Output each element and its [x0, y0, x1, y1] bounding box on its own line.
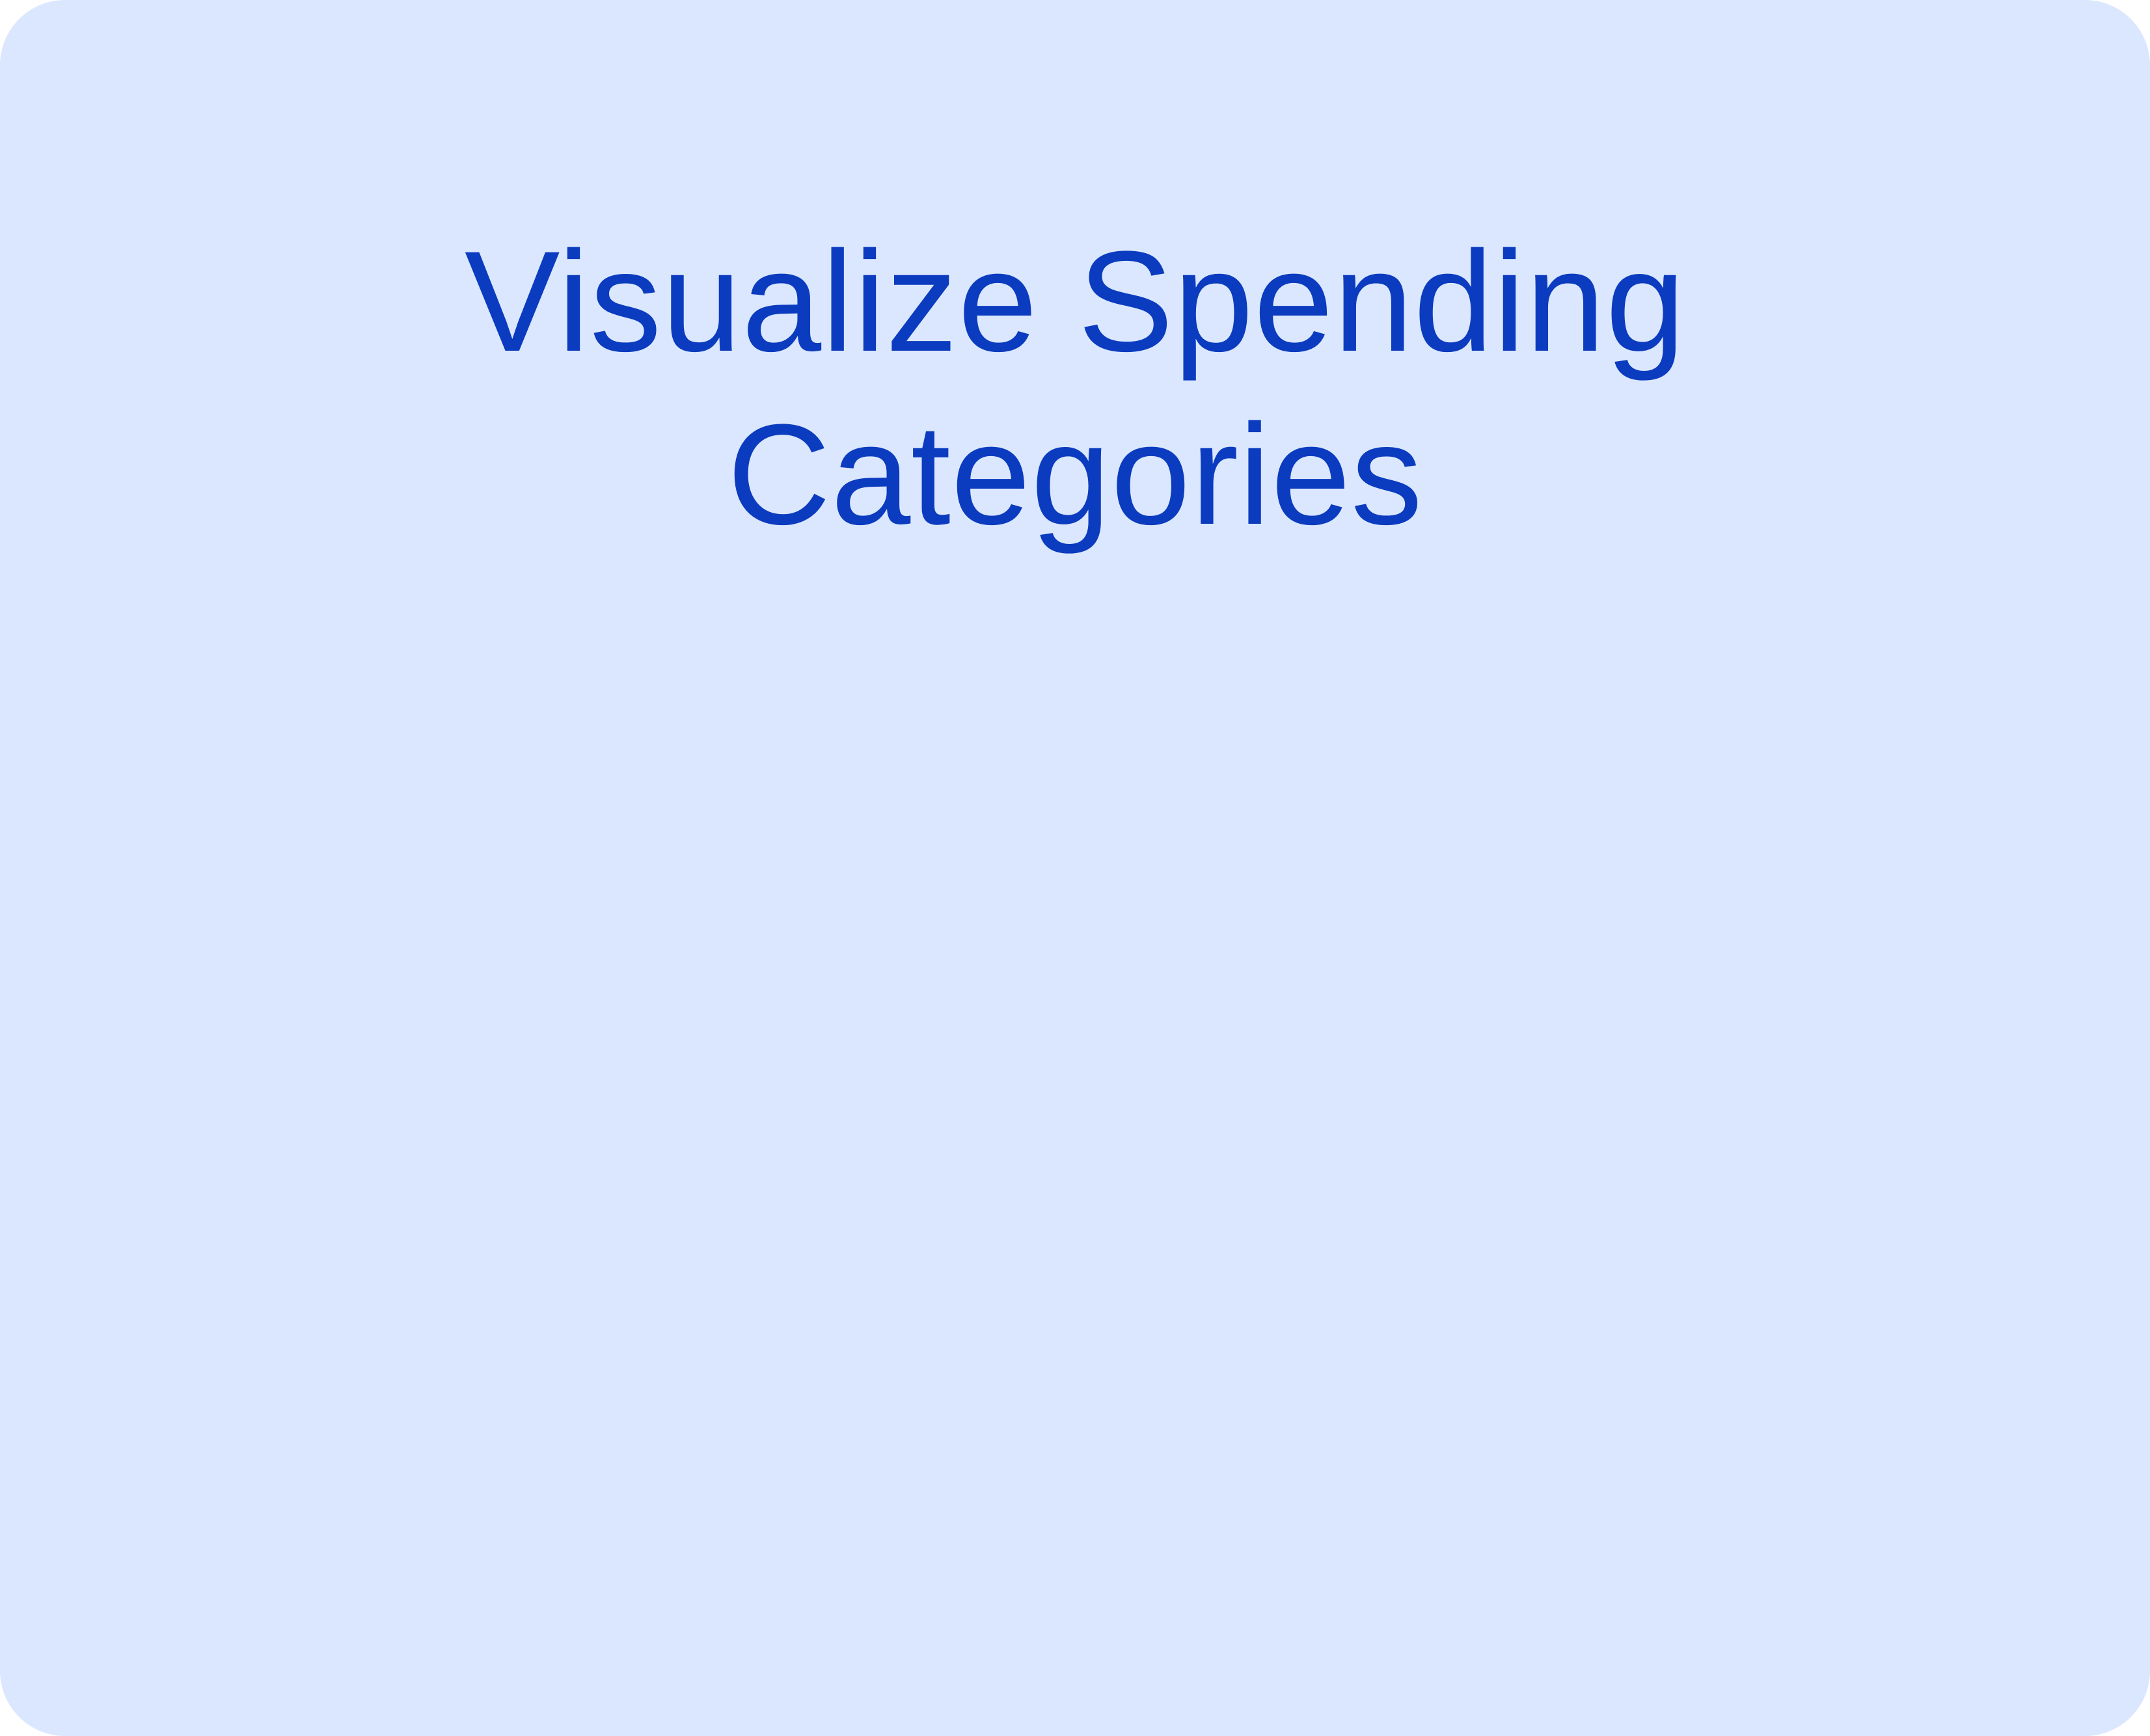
card-title: Visualize Spending Categories: [464, 221, 1686, 554]
feature-card: Visualize Spending Categories: [0, 0, 2150, 1736]
